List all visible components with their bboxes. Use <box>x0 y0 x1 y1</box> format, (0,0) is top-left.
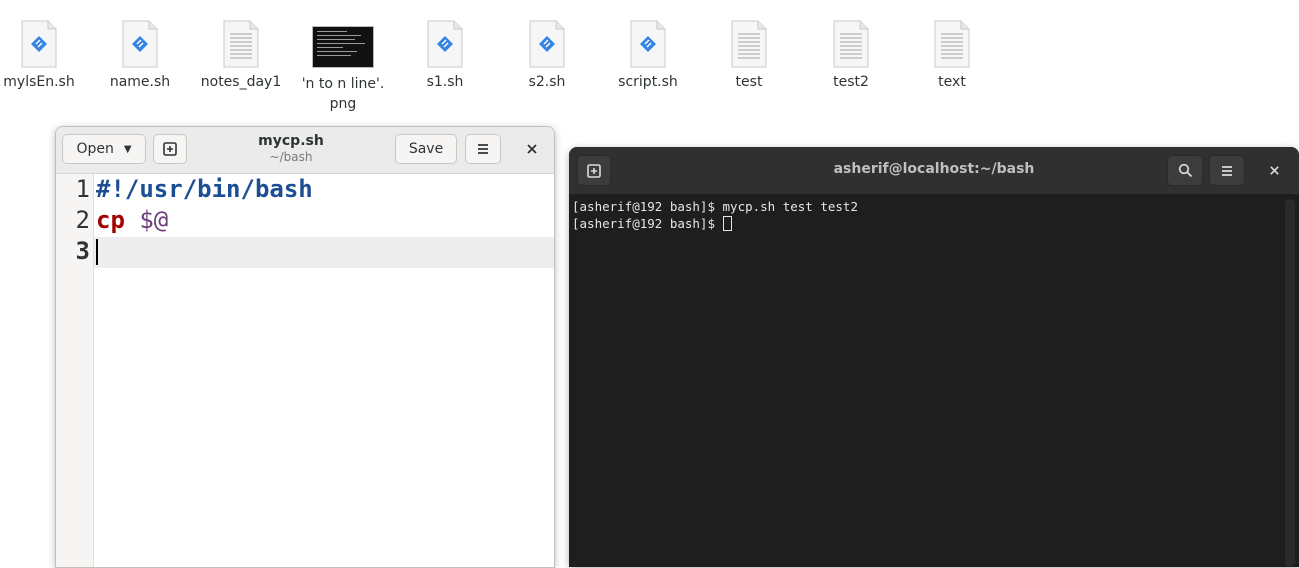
terminal-window: asherif@localhost:~/bash [asherif@192 ba… <box>569 147 1299 567</box>
script-file-icon <box>427 20 463 68</box>
file-label: notes_day1 <box>200 74 282 90</box>
line-number: 3 <box>75 237 90 265</box>
desktop-file-s1[interactable]: s1.sh <box>397 20 493 92</box>
terminal-headerbar: asherif@localhost:~/bash <box>569 147 1299 194</box>
desktop-file-script[interactable]: script.sh <box>600 20 696 92</box>
terminal-prompt: [asherif@192 bash]$ <box>572 216 723 231</box>
close-icon <box>527 144 537 154</box>
terminal-close-button[interactable] <box>1259 155 1290 186</box>
desktop-file-text[interactable]: text <box>904 20 1000 92</box>
terminal-new-tab-button[interactable] <box>577 155 611 186</box>
terminal-search-button[interactable] <box>1167 155 1203 186</box>
terminal-output[interactable]: [asherif@192 bash]$ mycp.sh test test2 [… <box>569 194 1299 567</box>
text-file-icon <box>731 20 767 68</box>
editor-headerbar: Open ▼ mycp.sh ~/bash Save <box>56 127 554 174</box>
new-document-button[interactable] <box>153 134 187 164</box>
save-button[interactable]: Save <box>395 134 457 164</box>
code-line-2: cp $@ <box>96 205 168 236</box>
code-line-3 <box>96 236 98 267</box>
file-label: test <box>735 74 763 90</box>
desktop-file-test[interactable]: test <box>701 20 797 92</box>
file-label: 'n to n line'. png <box>301 76 385 112</box>
text-editor-window: Open ▼ mycp.sh ~/bash Save 1 2 3 #!/usr/… <box>55 126 555 568</box>
desktop-file-n-to-n-line-png[interactable]: 'n to n line'. png <box>295 20 391 114</box>
line-number: 2 <box>75 206 90 234</box>
image-thumbnail-icon <box>312 26 374 68</box>
editor-close-button[interactable] <box>517 134 547 164</box>
search-icon <box>1178 163 1192 178</box>
chevron-down-icon: ▼ <box>123 143 132 155</box>
desktop-file-s2[interactable]: s2.sh <box>499 20 595 92</box>
script-file-icon <box>21 20 57 68</box>
editor-menu-button[interactable] <box>465 134 501 164</box>
terminal-menu-button[interactable] <box>1209 155 1245 186</box>
close-icon <box>1270 166 1279 175</box>
hamburger-menu-icon <box>478 144 488 154</box>
file-label: s2.sh <box>528 74 566 90</box>
open-button-label: Open <box>76 141 114 157</box>
script-file-icon <box>630 20 666 68</box>
hamburger-menu-icon <box>1222 165 1232 176</box>
new-tab-icon <box>163 142 177 156</box>
terminal-cursor <box>722 216 732 231</box>
text-cursor <box>96 239 98 265</box>
file-label: test2 <box>833 74 869 90</box>
code-line-1: #!/usr/bin/bash <box>96 175 313 203</box>
line-number-gutter: 1 2 3 <box>56 174 94 567</box>
terminal-line: [asherif@192 bash]$ mycp.sh test test2 <box>572 199 858 214</box>
desktop-file-mylsEn[interactable]: mylsEn.sh <box>0 20 87 92</box>
document-path: ~/bash <box>269 150 313 164</box>
text-file-icon <box>223 20 259 68</box>
variable-token: $@ <box>139 206 169 234</box>
file-label: script.sh <box>618 74 678 90</box>
desktop-file-name[interactable]: name.sh <box>92 20 188 92</box>
desktop-file-notes_day1[interactable]: notes_day1 <box>193 20 289 92</box>
file-label: mylsEn.sh <box>3 74 75 90</box>
text-file-icon <box>833 20 869 68</box>
code-editor[interactable]: 1 2 3 #!/usr/bin/bash cp $@ <box>56 174 554 567</box>
text-file-icon <box>934 20 970 68</box>
keyword-token: cp <box>96 206 125 234</box>
file-label: s1.sh <box>426 74 464 90</box>
open-button[interactable]: Open ▼ <box>62 134 146 164</box>
current-line-highlight <box>94 237 554 268</box>
new-tab-icon <box>587 163 601 178</box>
script-file-icon <box>122 20 158 68</box>
terminal-title: asherif@localhost:~/bash <box>833 161 1035 177</box>
desktop-file-test2[interactable]: test2 <box>803 20 899 92</box>
file-label: text <box>938 74 966 90</box>
line-number: 1 <box>75 175 90 203</box>
document-name: mycp.sh <box>258 133 324 149</box>
editor-title: mycp.sh ~/bash <box>196 133 386 165</box>
terminal-scrollbar[interactable] <box>1285 199 1295 567</box>
file-label: name.sh <box>109 74 171 90</box>
script-file-icon <box>529 20 565 68</box>
terminal-prompt-line: [asherif@192 bash]$ <box>572 215 1299 232</box>
